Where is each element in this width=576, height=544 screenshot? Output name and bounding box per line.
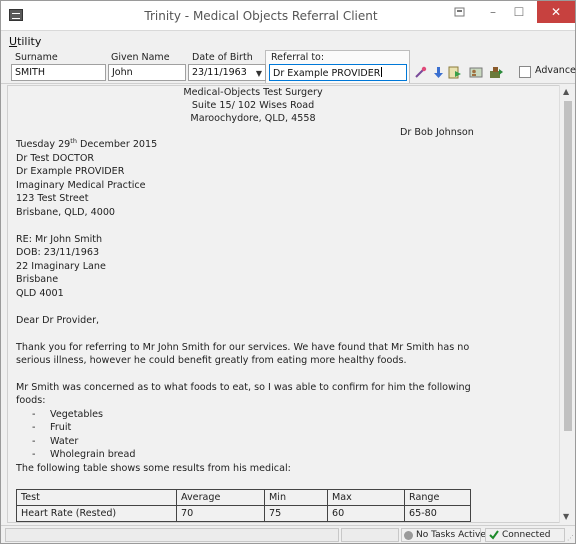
date-rest: December 2015 (76, 139, 158, 150)
table-header-cell: Test (16, 489, 177, 506)
table-intro: The following table shows some results f… (16, 463, 291, 474)
scroll-thumb[interactable] (564, 101, 572, 431)
re-line: Brisbane (16, 274, 59, 285)
address-line: Dr Test DOCTOR (16, 153, 95, 164)
menu-utility-accel: U (9, 35, 18, 48)
table-cell: Heart Rate (Rested) (16, 505, 177, 522)
letter-date: Tuesday 29th December 2015 (16, 138, 157, 152)
given-name-label: Given Name (111, 52, 170, 63)
pin-icon[interactable] (449, 1, 471, 23)
close-button[interactable]: ✕ (537, 1, 575, 23)
paragraph-line: Mr Smith was concerned as to what foods … (16, 382, 471, 393)
referral-label: Referral to: (271, 52, 325, 63)
bullet-dash: - (32, 422, 36, 433)
title-bar: Trinity - Medical Objects Referral Clien… (1, 1, 575, 31)
vertical-scrollbar[interactable]: ▲ ▼ (559, 85, 575, 523)
table-header-cell: Min (264, 489, 328, 506)
patient-form: Surname SMITH Given Name John Date of Bi… (1, 50, 576, 84)
re-line: 22 Imaginary Lane (16, 261, 106, 272)
surname-field[interactable]: SMITH (11, 64, 106, 81)
dob-value: 23/11/1963 (192, 67, 247, 78)
table-cell: 75 (264, 505, 328, 522)
re-line: RE: Mr John Smith (16, 234, 103, 245)
status-bar: No Tasks Active Connected ⋰ (1, 525, 575, 543)
surgery-address-line2: Maroochydore, QLD, 4558 (190, 113, 316, 124)
food-item: Water (50, 436, 79, 447)
re-line: DOB: 23/11/1963 (16, 247, 100, 258)
bullet-dash: - (32, 449, 36, 460)
menu-bar: Utility (1, 32, 575, 50)
dob-field[interactable]: 23/11/1963 ▼ (188, 64, 266, 81)
maximize-button[interactable]: ☐ (507, 1, 531, 23)
table-header-cell: Average (176, 489, 265, 506)
doctor-name: Dr Bob Johnson (400, 127, 474, 138)
table-header-cell: Range (404, 489, 471, 506)
address-line: Brisbane, QLD, 4000 (16, 207, 116, 218)
contacts-icon[interactable] (469, 65, 484, 80)
surgery-name: Medical-Objects Test Surgery (183, 87, 323, 98)
address-line: 123 Test Street (16, 193, 89, 204)
date-suffix: th (70, 137, 77, 145)
table-cell: 65-80 (404, 505, 471, 522)
menu-utility[interactable]: Utility (9, 35, 41, 48)
paragraph-line: serious illness, however he could benefi… (16, 355, 407, 366)
status-segment (5, 528, 339, 542)
results-table: Test Average Min Max Range Heart Rate (R… (16, 489, 471, 522)
app-window: Trinity - Medical Objects Referral Clien… (0, 0, 576, 544)
wand-icon[interactable] (413, 65, 428, 80)
status-segment (341, 528, 399, 542)
food-item: Fruit (50, 422, 72, 433)
connection-status-text: Connected (502, 530, 551, 540)
re-line: QLD 4001 (16, 288, 64, 299)
download-icon[interactable] (431, 65, 446, 80)
table-row: Heart Rate (Rested) 70 75 60 65-80 (16, 505, 471, 522)
letter-preview[interactable]: Medical-Objects Test Surgery Suite 15/ 1… (7, 85, 563, 523)
referral-value: Dr Example PROVIDER (273, 68, 381, 79)
task-status-text: No Tasks Active (416, 530, 486, 540)
paragraph-line: Thank you for referring to Mr John Smith… (16, 342, 470, 353)
food-item: Vegetables (50, 409, 104, 420)
connected-icon (489, 530, 499, 540)
send-icon[interactable] (489, 65, 504, 80)
bullet-dash: - (32, 436, 36, 447)
menu-utility-label: tility (17, 35, 42, 48)
advanced-label: Advanced (535, 65, 576, 76)
tasks-icon (404, 531, 413, 540)
scroll-up-icon[interactable]: ▲ (563, 87, 569, 96)
referral-field[interactable]: Dr Example PROVIDER (269, 64, 407, 81)
chevron-down-icon[interactable]: ▼ (256, 69, 262, 78)
bullet-dash: - (32, 409, 36, 420)
text-caret (381, 67, 383, 77)
dob-label: Date of Birth (192, 52, 253, 63)
date-day: Tuesday 29 (16, 139, 71, 150)
minimize-button[interactable]: – (481, 1, 505, 23)
food-item: Wholegrain bread (50, 449, 136, 460)
window-title: Trinity - Medical Objects Referral Clien… (144, 9, 378, 23)
task-status: No Tasks Active (401, 528, 486, 542)
advanced-checkbox[interactable] (519, 66, 531, 78)
table-header-row: Test Average Min Max Range (16, 489, 471, 506)
given-name-field[interactable]: John (108, 64, 186, 81)
connection-status: Connected (485, 528, 565, 542)
surname-label: Surname (15, 52, 58, 63)
table-cell: 70 (176, 505, 265, 522)
surgery-address-line1: Suite 15/ 102 Wises Road (191, 100, 315, 111)
salutation: Dear Dr Provider, (16, 315, 100, 326)
scroll-down-icon[interactable]: ▼ (563, 512, 569, 521)
table-cell: 60 (327, 505, 405, 522)
resize-grip-icon[interactable]: ⋰ (567, 534, 574, 542)
export-icon[interactable] (447, 65, 462, 80)
address-line: Imaginary Medical Practice (16, 180, 146, 191)
table-header-cell: Max (327, 489, 405, 506)
address-line: Dr Example PROVIDER (16, 166, 125, 177)
paragraph-line: foods: (16, 395, 46, 406)
